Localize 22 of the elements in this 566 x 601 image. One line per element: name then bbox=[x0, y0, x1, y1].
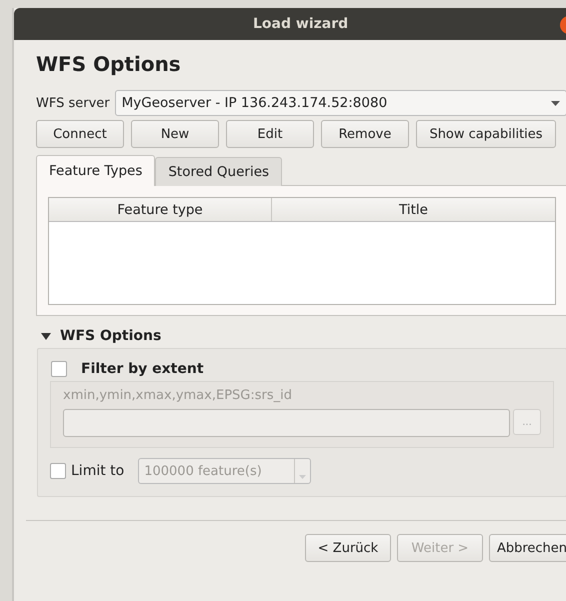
server-button[interactable]: Remove bbox=[321, 120, 409, 148]
column-header[interactable]: Title bbox=[272, 198, 555, 221]
wizard-button[interactable]: Abbrechen bbox=[489, 534, 566, 562]
checkbox-label: Filter by extent bbox=[81, 361, 204, 377]
page-title: WFS Options bbox=[36, 52, 182, 76]
column-header[interactable]: Feature type bbox=[49, 198, 272, 221]
tab[interactable]: Feature Types bbox=[36, 155, 156, 186]
server-dropdown[interactable]: MyGeoserver - IP 136.243.174.52:8080 bbox=[114, 90, 566, 116]
extent-hint: xmin,ymin,xmax,ymax,EPSG:srs_id bbox=[63, 388, 292, 403]
server-button[interactable]: Show capabilities bbox=[416, 120, 556, 148]
wizard-button[interactable]: < Zurück bbox=[305, 534, 391, 562]
caret-icon bbox=[551, 100, 560, 106]
tab[interactable]: Stored Queries bbox=[155, 157, 282, 186]
caret-icon bbox=[299, 475, 306, 479]
server-button[interactable]: New bbox=[131, 120, 219, 148]
server-button[interactable]: Connect bbox=[36, 120, 124, 148]
triangle-icon bbox=[41, 332, 51, 340]
section-toggle[interactable]: WFS Options bbox=[41, 328, 566, 344]
window-title: Load wizard bbox=[253, 16, 348, 32]
server-button[interactable]: Edit bbox=[226, 120, 314, 148]
checkbox-label: Limit to bbox=[71, 463, 124, 479]
server-label: WFS server bbox=[36, 96, 110, 110]
